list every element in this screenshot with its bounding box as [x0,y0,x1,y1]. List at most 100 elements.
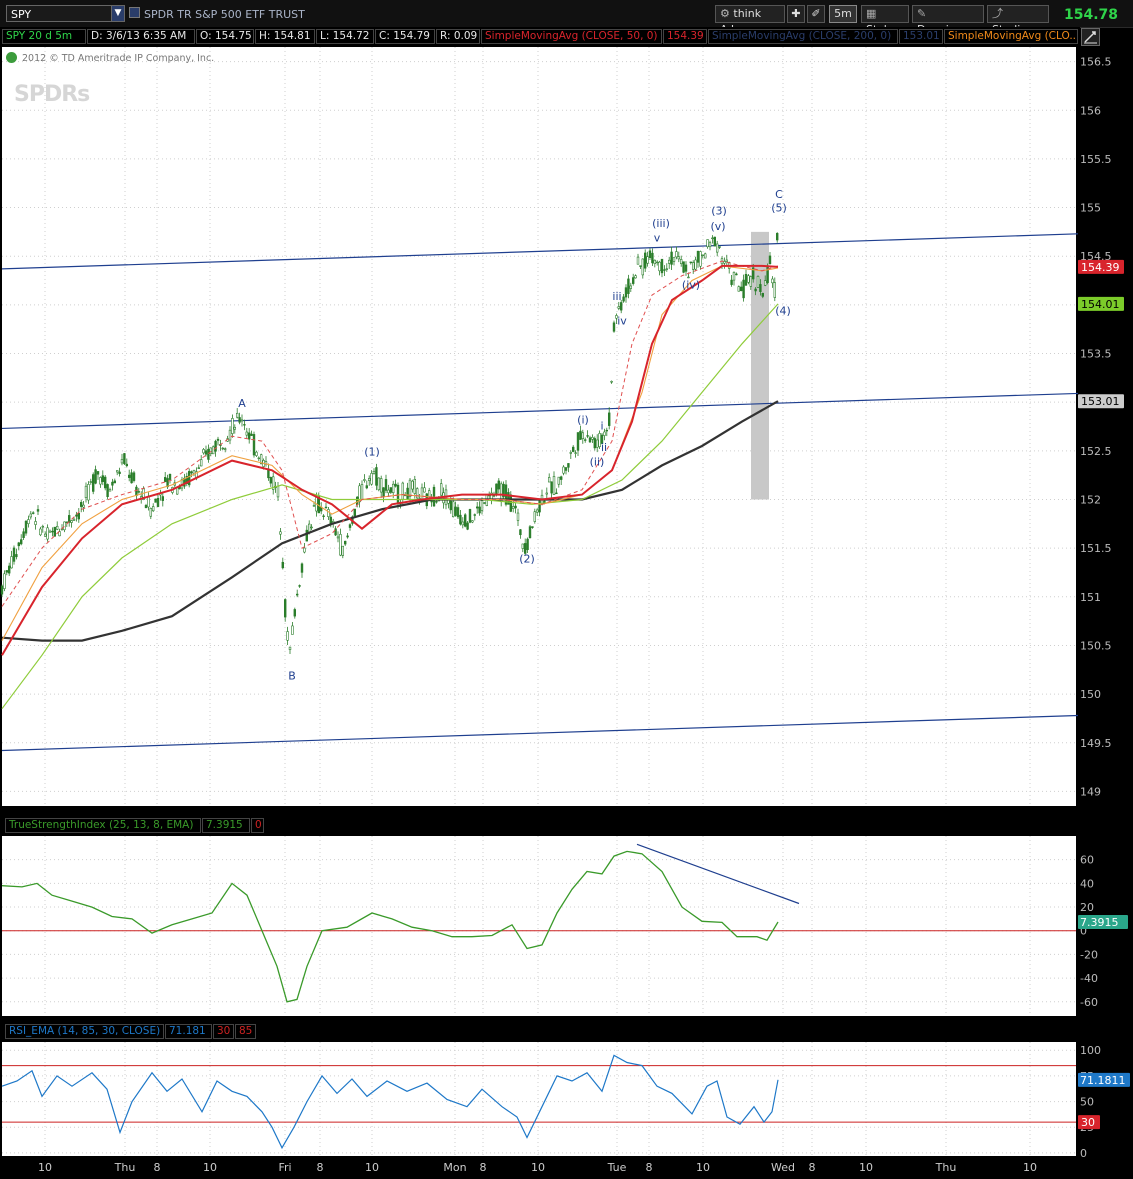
candle-body [214,440,217,452]
candle-body [605,429,609,432]
candle-body [192,469,196,475]
price-plot-bg [2,47,1076,806]
candle-body [231,418,234,434]
candle-body [212,446,215,455]
candle-body [415,488,419,499]
candle-body [617,306,621,309]
candle-body [8,565,11,574]
candle-body [224,448,227,450]
candle-body [730,279,733,285]
candle-body [622,296,625,302]
candle-body [538,500,541,513]
candle-body [435,501,438,503]
rsi-y-tick: 100 [1080,1044,1101,1057]
candle-body [233,426,236,430]
candle-body [382,487,385,498]
x-axis: 10 Thu 8 10 Fri 8 10 Mon 8 10 Tue 8 10 Wed 8 10 Thu 10 [38,1161,1037,1174]
x-tick-label: 10 [531,1161,545,1174]
candle-body [135,486,138,497]
x-tick-label: Thu [935,1161,957,1174]
tsi-y-tick: -40 [1080,972,1098,985]
x-tick-label: Tue [607,1161,627,1174]
candle-body [39,528,42,536]
candle-body [5,570,9,573]
candle-body [154,498,157,503]
wave-label: C [775,188,783,201]
candle-body [80,502,83,507]
candle-body [51,530,54,533]
candle-body [639,265,642,267]
candle-body [101,475,105,482]
rsi-badge-text: 71.1811 [1080,1074,1126,1087]
candle-body [675,251,678,258]
x-tick-label: 10 [696,1161,710,1174]
candle-body [77,512,81,520]
candle-body [48,530,52,533]
candle-body [84,485,88,498]
x-tick-label: Wed [771,1161,795,1174]
candle-body [12,547,16,562]
candle-body [99,477,102,485]
candle-body [348,524,352,528]
wave-label: iv [617,314,627,327]
candle-body [137,491,140,493]
candle-body [701,254,705,256]
x-tick-label: 8 [317,1161,324,1174]
tsi-label[interactable]: TrueStrengthIndex (25, 13, 8, EMA) [5,818,201,833]
candle-body [94,469,97,484]
candle-body [168,473,172,480]
price-y-tick: 149.5 [1080,737,1112,750]
price-badge-text: 153.01 [1081,395,1120,408]
candle-body [682,261,685,273]
candle-body [216,438,220,441]
x-tick-label: 8 [809,1161,816,1174]
candle-body [324,506,328,509]
candle-body [583,439,587,441]
price-badge-text: 154.01 [1081,298,1120,311]
rsi-overbought: 85 [235,1024,256,1039]
candle-body [257,457,260,460]
x-tick-label: 10 [1023,1161,1037,1174]
candle-body [552,476,556,496]
price-y-tick: 152.5 [1080,445,1112,458]
candle-body [550,481,553,494]
candle-body [339,534,342,556]
candle-body [670,251,673,265]
price-pane[interactable]: 156.5156155.5155154.5154153.5153152.5152… [0,47,1133,806]
candle-body [562,466,565,474]
candle-body [557,476,561,485]
candle-body [202,449,205,454]
candle-body [70,520,73,523]
candle-body [207,448,210,460]
wave-label: (i) [577,414,589,427]
tsi-plot-bg [2,836,1076,1016]
candle-body [775,233,779,241]
wave-label: (5) [771,201,787,214]
candle-body [739,286,743,292]
candle-body [723,261,726,264]
candle-body [703,253,707,259]
candle-body [456,507,460,518]
candle-body [463,514,467,527]
candle-body [108,489,112,492]
copyright-text: 2012 © TD Ameritrade IP Company, Inc. [22,53,215,64]
chart-canvas[interactable]: 156.5156155.5155154.5154153.5153152.5152… [0,0,1133,1179]
price-y-tick: 156.5 [1080,56,1112,69]
candle-body [295,593,299,596]
candle-body [116,470,119,473]
price-y-tick: 150.5 [1080,639,1112,652]
candle-body [691,262,695,270]
candle-body [773,282,777,298]
candle-body [495,483,498,495]
candle-body [761,292,765,297]
candle-body [161,496,164,501]
tsi-pane[interactable]: 6040200-20-40-607.3915 [1,836,1128,1016]
candle-body [420,487,424,500]
rsi-label[interactable]: RSI_EMA (14, 85, 30, CLOSE) [5,1024,164,1039]
candle-body [341,545,344,556]
candle-body [449,500,452,511]
price-y-tick: 156 [1080,104,1101,117]
candle-body [375,467,378,486]
rsi-pane[interactable]: 100755025071.181130 [1,1042,1130,1160]
wave-label: (ii) [590,455,605,468]
